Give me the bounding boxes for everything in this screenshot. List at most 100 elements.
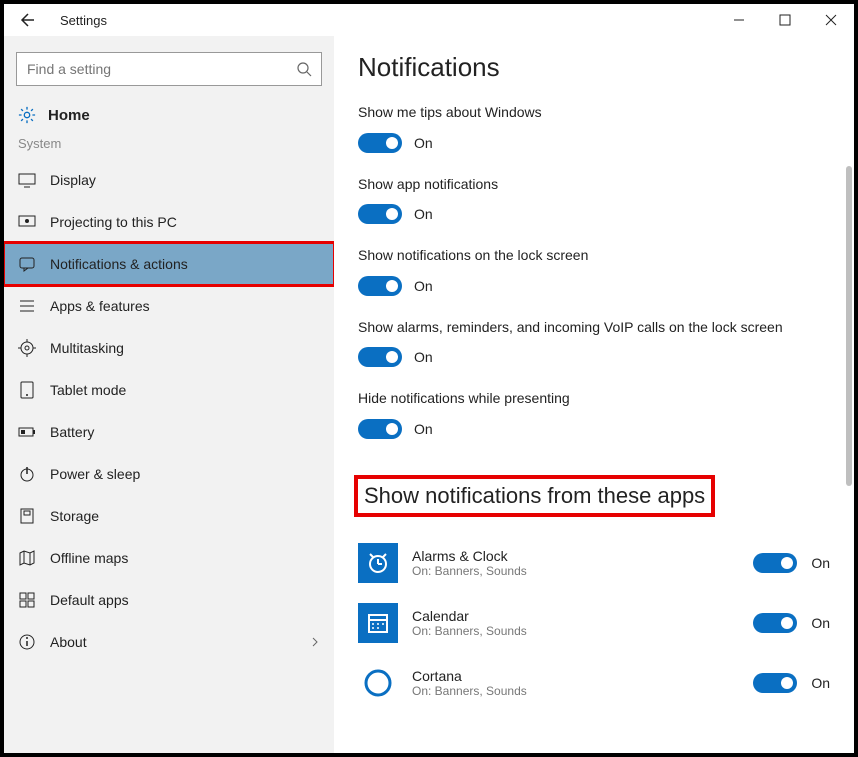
- section-label: System: [4, 136, 334, 159]
- app-name: Cortana: [412, 668, 739, 684]
- toggle-app-alarms[interactable]: [753, 553, 797, 573]
- minimize-button[interactable]: [716, 4, 762, 36]
- page-title: Notifications: [358, 52, 830, 83]
- sidebar-item-label: Default apps: [50, 592, 129, 608]
- toggle-alarms-lock[interactable]: [358, 347, 402, 367]
- toggle-app-calendar[interactable]: [753, 613, 797, 633]
- toggle-row: On: [358, 347, 830, 367]
- sidebar-item-tablet[interactable]: Tablet mode: [4, 369, 334, 411]
- app-subtitle: On: Banners, Sounds: [412, 624, 739, 638]
- toggle-row: On: [358, 204, 830, 224]
- toggle-row: On: [358, 276, 830, 296]
- toggle-state: On: [414, 135, 433, 151]
- setting-label: Show me tips about Windows: [358, 103, 830, 123]
- close-button[interactable]: [808, 4, 854, 36]
- app-row-cortana[interactable]: Cortana On: Banners, Sounds On: [358, 653, 830, 713]
- multitasking-icon: [18, 339, 36, 357]
- toggle-row: On: [358, 133, 830, 153]
- scrollbar[interactable]: [844, 166, 854, 486]
- content-area: Home System Display Projecting to this P…: [4, 36, 854, 753]
- setting-alarms-lock: Show alarms, reminders, and incoming VoI…: [358, 318, 830, 368]
- window-controls: [716, 4, 854, 36]
- sidebar-item-multitasking[interactable]: Multitasking: [4, 327, 334, 369]
- setting-label: Show app notifications: [358, 175, 830, 195]
- cortana-icon: [358, 663, 398, 703]
- sidebar-item-display[interactable]: Display: [4, 159, 334, 201]
- sidebar-item-label: Display: [50, 172, 96, 188]
- setting-app-notifications: Show app notifications On: [358, 175, 830, 225]
- app-toggle-wrap: On: [753, 673, 830, 693]
- setting-hide-presenting: Hide notifications while presenting On: [358, 389, 830, 439]
- calendar-icon: [358, 603, 398, 643]
- settings-window: Settings Home Sys: [0, 0, 858, 757]
- sidebar-item-default-apps[interactable]: Default apps: [4, 579, 334, 621]
- storage-icon: [18, 507, 36, 525]
- tablet-icon: [18, 381, 36, 399]
- sidebar-item-label: Storage: [50, 508, 99, 524]
- sidebar-item-notifications[interactable]: Notifications & actions: [4, 243, 334, 285]
- home-nav[interactable]: Home: [4, 100, 334, 136]
- app-toggle-wrap: On: [753, 553, 830, 573]
- search-input[interactable]: [16, 52, 322, 86]
- sidebar-item-label: Power & sleep: [50, 466, 140, 482]
- gear-icon: [18, 106, 36, 124]
- sidebar-item-maps[interactable]: Offline maps: [4, 537, 334, 579]
- toggle-app-cortana[interactable]: [753, 673, 797, 693]
- toggle-lock-screen[interactable]: [358, 276, 402, 296]
- monitor-icon: [18, 171, 36, 189]
- sidebar-item-label: Notifications & actions: [50, 256, 188, 272]
- close-icon: [825, 14, 837, 26]
- sidebar-item-label: About: [50, 634, 87, 650]
- app-info: Calendar On: Banners, Sounds: [412, 608, 739, 638]
- toggle-row: On: [358, 419, 830, 439]
- maximize-button[interactable]: [762, 4, 808, 36]
- setting-label: Show alarms, reminders, and incoming VoI…: [358, 318, 830, 338]
- maps-icon: [18, 549, 36, 567]
- projecting-icon: [18, 213, 36, 231]
- back-arrow-icon: [20, 12, 36, 28]
- toggle-state: On: [414, 349, 433, 365]
- search-icon: [296, 61, 312, 77]
- sidebar-item-label: Battery: [50, 424, 94, 440]
- toggle-state: On: [414, 206, 433, 222]
- sidebar-item-apps[interactable]: Apps & features: [4, 285, 334, 327]
- default-apps-icon: [18, 591, 36, 609]
- toggle-app-notifications[interactable]: [358, 204, 402, 224]
- home-label: Home: [48, 107, 90, 124]
- setting-tips: Show me tips about Windows On: [358, 103, 830, 153]
- setting-label: Show notifications on the lock screen: [358, 246, 830, 266]
- sidebar-item-battery[interactable]: Battery: [4, 411, 334, 453]
- power-icon: [18, 465, 36, 483]
- sidebar-item-label: Apps & features: [50, 298, 150, 314]
- search-container: [16, 52, 322, 86]
- apps-section-heading: Show notifications from these apps: [358, 479, 711, 513]
- toggle-hide-presenting[interactable]: [358, 419, 402, 439]
- sidebar-item-power[interactable]: Power & sleep: [4, 453, 334, 495]
- sidebar-item-label: Offline maps: [50, 550, 128, 566]
- toggle-state: On: [811, 675, 830, 691]
- info-icon: [18, 633, 36, 651]
- setting-label: Hide notifications while presenting: [358, 389, 830, 409]
- window-title: Settings: [60, 13, 107, 28]
- toggle-state: On: [414, 278, 433, 294]
- app-row-calendar[interactable]: Calendar On: Banners, Sounds On: [358, 593, 830, 653]
- back-button[interactable]: [12, 4, 44, 36]
- chevron-right-icon: [310, 634, 320, 650]
- app-subtitle: On: Banners, Sounds: [412, 564, 739, 578]
- minimize-icon: [733, 14, 745, 26]
- sidebar-item-about[interactable]: About: [4, 621, 334, 663]
- battery-icon: [18, 423, 36, 441]
- toggle-state: On: [811, 555, 830, 571]
- sidebar-item-storage[interactable]: Storage: [4, 495, 334, 537]
- app-toggle-wrap: On: [753, 613, 830, 633]
- toggle-tips[interactable]: [358, 133, 402, 153]
- scrollbar-thumb[interactable]: [846, 166, 852, 486]
- app-info: Alarms & Clock On: Banners, Sounds: [412, 548, 739, 578]
- app-row-alarms[interactable]: Alarms & Clock On: Banners, Sounds On: [358, 533, 830, 593]
- titlebar: Settings: [4, 4, 854, 36]
- sidebar-item-label: Multitasking: [50, 340, 124, 356]
- toggle-state: On: [414, 421, 433, 437]
- sidebar-item-label: Projecting to this PC: [50, 214, 177, 230]
- sidebar-item-projecting[interactable]: Projecting to this PC: [4, 201, 334, 243]
- sidebar: Home System Display Projecting to this P…: [4, 36, 334, 753]
